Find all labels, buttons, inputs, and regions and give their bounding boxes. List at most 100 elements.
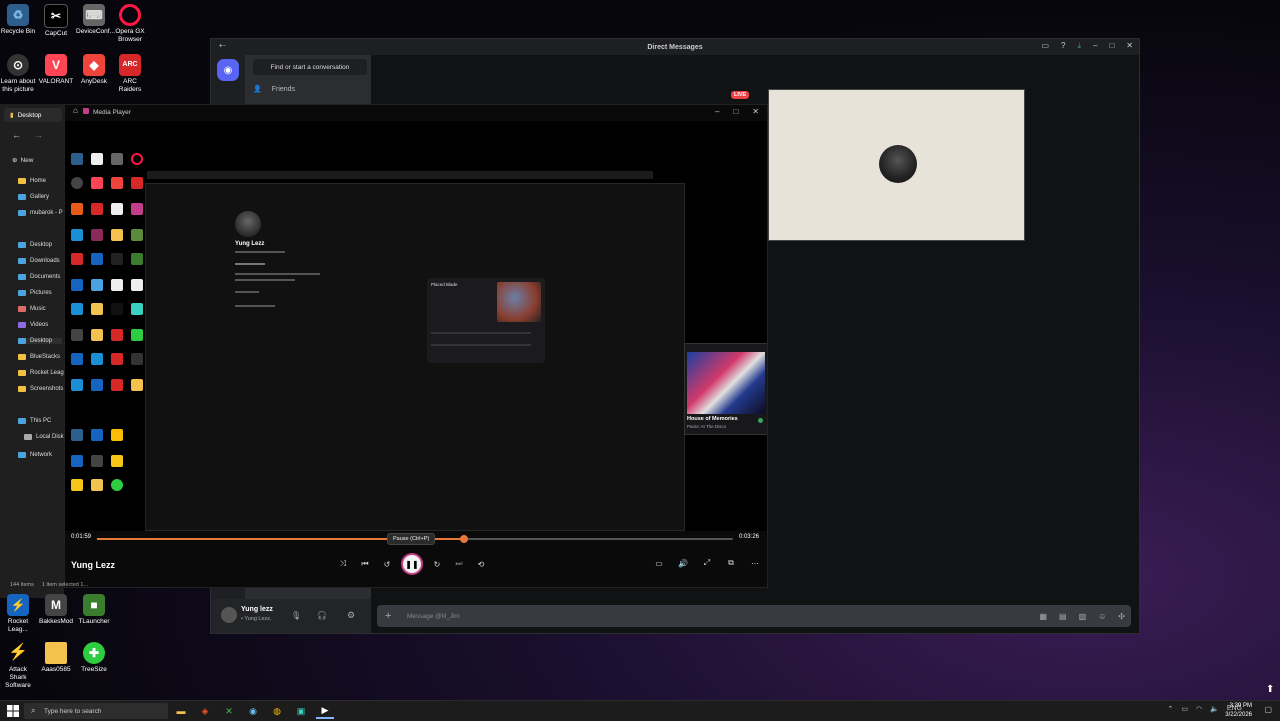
nav-item[interactable]: Documents	[18, 274, 60, 280]
battery-icon[interactable]: ▭	[1181, 705, 1188, 713]
desktop-icon-valorant[interactable]: V VALORANT	[38, 54, 74, 86]
capture-icon[interactable]: ▣	[292, 703, 310, 719]
desktop-icon-attack-shark[interactable]: ⚡ Attack Shark Software	[0, 642, 36, 690]
desktop-icon-aaas0585[interactable]: Aaas0585	[38, 642, 74, 674]
volume-icon[interactable]: 🔈	[1210, 705, 1219, 713]
new-button[interactable]: ⊕ New	[12, 156, 33, 165]
add-attachment-icon[interactable]: +	[385, 610, 391, 622]
video-icon-tile	[91, 455, 103, 467]
next-track-icon[interactable]: ⏭	[453, 558, 465, 570]
nav-item[interactable]: mubarok - P	[18, 210, 63, 216]
desktop-icon-bakkesmod[interactable]: M BakkesMod	[38, 594, 74, 626]
download-icon[interactable]: ⤓	[1077, 41, 1081, 51]
previous-track-icon[interactable]: ⏮	[359, 558, 371, 570]
mini-player-icon[interactable]: ⧉	[725, 557, 737, 569]
network-icon[interactable]: ◠	[1196, 705, 1202, 713]
nav-item[interactable]: Pictures	[18, 290, 52, 296]
brave-icon[interactable]: ◈	[196, 703, 214, 719]
video-icon-tile	[131, 379, 143, 391]
more-options-icon[interactable]: ⋯	[749, 557, 761, 569]
rewind-10-icon[interactable]: ↺	[381, 558, 393, 570]
nav-item[interactable]: Rocket Leag	[18, 370, 64, 376]
desktop-icon-tlauncher[interactable]: ■ TLauncher	[76, 594, 112, 626]
close-icon[interactable]: ✕	[1126, 41, 1133, 51]
find-conversation-button[interactable]: Find or start a conversation	[253, 59, 367, 75]
minimize-icon[interactable]: –	[715, 107, 719, 116]
chrome-icon[interactable]: ◍	[268, 703, 286, 719]
volume-icon[interactable]: 🔊	[677, 557, 689, 569]
inbox-icon[interactable]: ▭	[1041, 41, 1049, 51]
avatar[interactable]	[221, 607, 237, 623]
nav-label: Desktop	[30, 242, 53, 248]
desktop-icon-treesize[interactable]: ✚ TreeSize	[76, 642, 112, 674]
help-icon[interactable]: ?	[1061, 41, 1065, 51]
nav-item[interactable]: Videos	[18, 322, 48, 328]
video-area[interactable]: Yung Lezz Placed Blade House of Memories…	[65, 121, 767, 531]
nav-item[interactable]: Local Disk	[24, 434, 64, 440]
taskbar-search[interactable]: ⌕ Type here to search	[24, 703, 168, 719]
headset-icon[interactable]: 🎧	[317, 611, 327, 620]
gift-icon[interactable]: ▦	[1039, 612, 1047, 621]
message-input[interactable]: + Message @lil_Jim	[377, 605, 1131, 627]
forward-arrow-icon[interactable]: →	[34, 130, 43, 140]
chevron-up-icon[interactable]: ⌃	[1168, 705, 1174, 713]
repeat-icon[interactable]: ⟲	[475, 558, 487, 570]
microphone-icon[interactable]: 🎙	[291, 611, 301, 620]
explorer-tab[interactable]: ▮ Desktop	[4, 108, 62, 122]
taskbar-clock[interactable]: 3:39 PM 3/22/2026	[1225, 702, 1252, 720]
nav-item[interactable]: This PC	[18, 418, 51, 424]
video-icon-tile	[71, 455, 83, 467]
nav-item[interactable]: Screenshots	[18, 386, 63, 392]
stream-tile[interactable]	[768, 89, 1025, 241]
emoji-icon[interactable]: ☺	[1098, 612, 1106, 621]
sticker-icon[interactable]: ▧	[1079, 612, 1087, 621]
desktop-icon-recycle-bin[interactable]: ♻ Recycle Bin	[0, 4, 36, 36]
nav-item[interactable]: BlueStacks	[18, 354, 60, 360]
shuffle-icon[interactable]: ⤨	[337, 558, 349, 570]
nav-item[interactable]: Gallery	[18, 194, 49, 200]
file-explorer-icon[interactable]: ▬	[172, 703, 190, 719]
desktop-icon-anydesk[interactable]: ◆ AnyDesk	[76, 54, 112, 86]
maximize-icon[interactable]: □	[1109, 41, 1114, 51]
music-icon	[18, 306, 26, 312]
desktop-icon-arc-raiders[interactable]: ARC ARC Raiders	[112, 54, 148, 94]
gif-icon[interactable]: ▤	[1059, 612, 1067, 621]
video-icon-tile	[91, 177, 103, 189]
video-icon-tile	[131, 253, 143, 265]
nav-item-selected[interactable]: Desktop	[18, 338, 62, 344]
desktop-icon-learn[interactable]: ⊙ Learn about this picture	[0, 54, 36, 94]
steam-icon[interactable]: ◉	[244, 703, 262, 719]
back-arrow-icon[interactable]: ⇠	[219, 41, 226, 50]
video-icon-tile	[131, 353, 143, 365]
minimize-icon[interactable]: –	[1093, 41, 1097, 51]
settings-gear-icon[interactable]: ⚙	[347, 610, 355, 621]
desktop-icon-deviceconf[interactable]: ⌨ DeviceConf...	[76, 4, 115, 36]
desktop-icon-label: CapCut	[44, 30, 68, 37]
media-player-icon[interactable]: ▶	[316, 703, 334, 719]
desktop-icon-opera-gx[interactable]: Opera GX Browser	[112, 4, 148, 44]
windows-start-icon[interactable]	[7, 705, 19, 717]
desktop-icon-rocket-league[interactable]: ⚡ Rocket Leag...	[0, 594, 36, 634]
nav-item[interactable]: Downloads	[18, 258, 60, 264]
captions-icon[interactable]: ▭	[653, 557, 665, 569]
forward-30-icon[interactable]: ↻	[431, 558, 443, 570]
friends-nav-item[interactable]: 👤 Friends	[253, 85, 295, 94]
seek-thumb[interactable]	[459, 535, 468, 543]
desktop-icon-capcut[interactable]: ✂ CapCut	[38, 4, 74, 38]
nav-item[interactable]: Desktop	[18, 242, 52, 248]
nav-item[interactable]: Music	[18, 306, 46, 312]
desktop-icon-label: Rocket Leag...	[7, 618, 29, 633]
discord-home-icon[interactable]: ◉	[217, 59, 239, 81]
maximize-icon[interactable]: □	[733, 107, 738, 116]
pause-button[interactable]: ❚❚	[403, 555, 421, 573]
close-icon[interactable]: ✕	[752, 107, 759, 116]
apps-icon[interactable]: ✣	[1118, 612, 1125, 621]
explorer-status-bar: 144 items 1 item selected 1...	[10, 582, 88, 588]
notification-icon[interactable]: ▢	[1264, 705, 1272, 714]
fullscreen-icon[interactable]: ⤢	[701, 557, 713, 569]
nav-item[interactable]: Network	[18, 452, 52, 458]
home-icon[interactable]: ⌂	[73, 106, 78, 115]
nav-item[interactable]: Home	[18, 178, 46, 184]
back-arrow-icon[interactable]: ←	[12, 130, 21, 140]
xbox-icon[interactable]: ✕	[220, 703, 238, 719]
